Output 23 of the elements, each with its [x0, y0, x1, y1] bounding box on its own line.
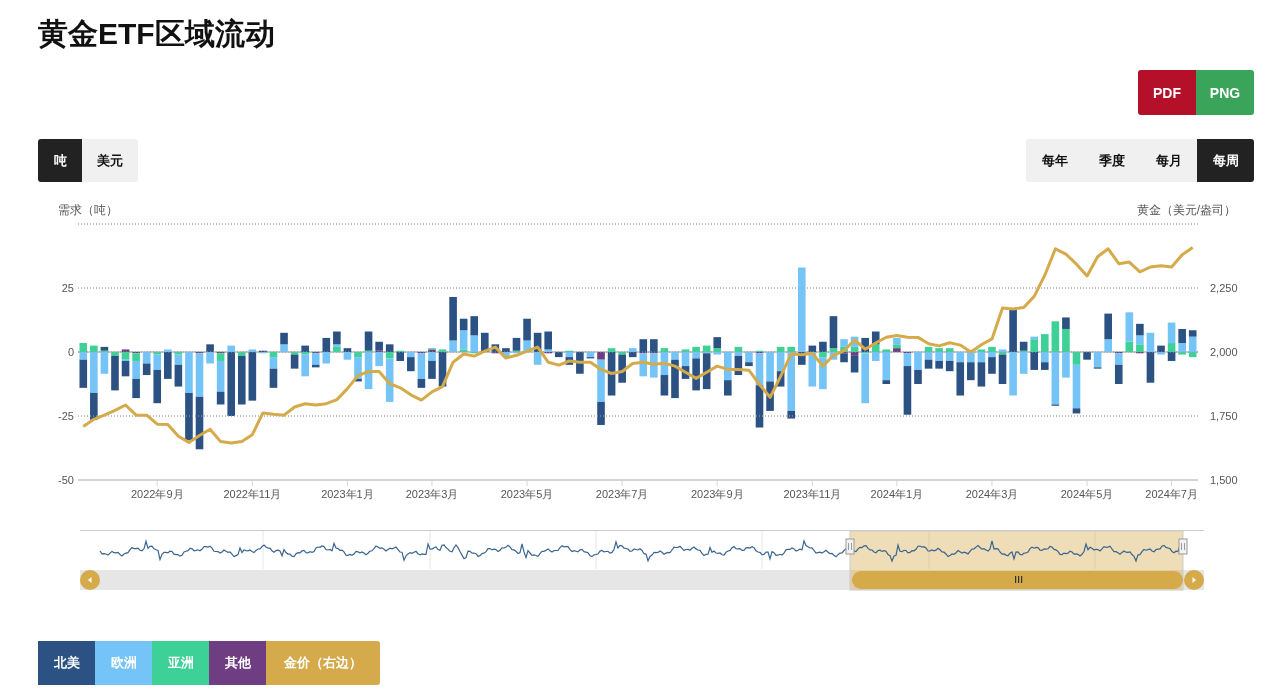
axis-title: 黄金（美元/盎司） [1136, 203, 1236, 217]
axis-label: 1,750 [1210, 410, 1238, 422]
axis-label: 2,250 [1210, 282, 1238, 294]
axis-title: 需求（吨） [58, 203, 118, 217]
axis-label: 1,500 [1210, 474, 1238, 486]
axis-label: 2024年1月 [870, 488, 924, 500]
axis-label: -25 [58, 410, 74, 422]
axis-label: -50 [58, 474, 74, 486]
axis-label: 2023年11月 [783, 488, 842, 500]
axis-label: 2023年5月 [500, 488, 554, 500]
axis-label: 2,000 [1210, 346, 1238, 358]
axis-label: 2023年1月 [321, 488, 374, 500]
axis-label: 2024年5月 [1060, 488, 1114, 500]
page-title: 黄金ETF区域流动 [38, 16, 275, 52]
axis-label: 2024年7月 [1145, 488, 1198, 500]
axis-label: 2022年11月 [223, 488, 282, 500]
axis-label: 2023年7月 [595, 488, 649, 500]
axis-label: 2023年3月 [405, 488, 459, 500]
axis-label: 2023年9月 [690, 488, 744, 500]
axis-label: 25 [61, 282, 74, 294]
axis-label: 2022年9月 [130, 488, 184, 500]
axis-label: 2024年3月 [965, 488, 1019, 500]
axis-label: 0 [67, 346, 74, 358]
